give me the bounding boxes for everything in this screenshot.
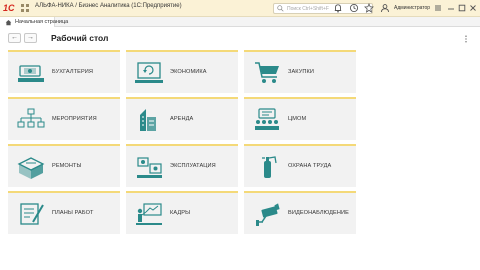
repair-icon: [17, 157, 45, 179]
tile-label: МЕРОПРИЯТИЯ: [52, 116, 97, 122]
user-icon[interactable]: [380, 3, 390, 13]
tile-repairs[interactable]: РЕМОНТЫ: [8, 144, 120, 187]
tile-label: ЭКСПЛУАТАЦИЯ: [170, 163, 216, 169]
tile-label: ПЛАНЫ РАБОТ: [52, 210, 94, 216]
home-icon: [5, 19, 12, 25]
operation-icon: [137, 157, 162, 178]
tile-label: АРЕНДА: [170, 116, 194, 122]
tile-economics[interactable]: ЭКОНОМИКА: [126, 50, 238, 93]
star-icon[interactable]: [364, 3, 374, 13]
title-bar: 1С АЛЬФА-НИКА / Бизнес Аналитика (1С:Пре…: [0, 0, 480, 17]
maximize-icon[interactable]: [457, 3, 467, 13]
search-placeholder: Поиск Ctrl+Shift+F: [287, 5, 329, 12]
tile-label: КАДРЫ: [170, 210, 191, 216]
search-icon: [277, 5, 284, 12]
tile-label: ЭКОНОМИКА: [170, 69, 207, 75]
app-menu-grid-icon[interactable]: [21, 4, 29, 12]
app-logo: 1С: [3, 3, 15, 13]
tile-labor-safety[interactable]: ОХРАНА ТРУДА: [244, 144, 356, 187]
tile-purchases[interactable]: ЗАКУПКИ: [244, 50, 356, 93]
tile-cmom[interactable]: ЦМОМ: [244, 97, 356, 140]
forward-button[interactable]: →: [24, 33, 37, 43]
tile-label: ЗАКУПКИ: [288, 69, 314, 75]
bell-icon[interactable]: [333, 3, 343, 13]
events-icon: [17, 108, 45, 128]
tile-video-surveillance[interactable]: ВИДЕОНАБЛЮДЕНИЕ: [244, 191, 356, 234]
tile-accounting[interactable]: БУХГАЛТЕРИЯ: [8, 50, 120, 93]
tile-operation[interactable]: ЭКСПЛУАТАЦИЯ: [126, 144, 238, 187]
menu-icon[interactable]: [433, 3, 443, 13]
economics-icon: [135, 62, 163, 83]
user-name[interactable]: Администратор: [394, 5, 430, 11]
tab-label: Начальная страница: [15, 19, 69, 25]
fire-extinguisher-icon: [262, 156, 277, 178]
page-title: Рабочий стол: [51, 33, 109, 43]
tile-label: ВИДЕОНАБЛЮДЕНИЕ: [288, 210, 349, 216]
workspace-tile-grid: БУХГАЛТЕРИЯ ЭКОНОМИКА ЗАКУПКИ МЕРОПРИЯТИ…: [8, 50, 472, 234]
meeting-icon: [255, 108, 279, 130]
back-button[interactable]: ←: [8, 33, 21, 43]
minimize-icon[interactable]: [446, 3, 456, 13]
shopping-cart-icon: [255, 62, 279, 83]
tab-home[interactable]: Начальная страница: [0, 17, 68, 27]
close-icon[interactable]: [468, 3, 478, 13]
tile-events[interactable]: МЕРОПРИЯТИЯ: [8, 97, 120, 140]
app-title: АЛЬФА-НИКА / Бизнес Аналитика (1С:Предпр…: [35, 3, 182, 9]
camera-icon: [256, 203, 280, 226]
building-icon: [140, 109, 156, 131]
history-icon[interactable]: [349, 3, 359, 13]
tile-rent[interactable]: АРЕНДА: [126, 97, 238, 140]
tile-label: РЕМОНТЫ: [52, 163, 82, 169]
tile-label: ОХРАНА ТРУДА: [288, 163, 332, 169]
tile-staff[interactable]: КАДРЫ: [126, 191, 238, 234]
tab-bar: Начальная страница: [0, 17, 480, 27]
work-plan-icon: [20, 203, 44, 225]
tile-label: ЦМОМ: [288, 116, 307, 122]
staff-icon: [136, 203, 162, 225]
tile-work-plans[interactable]: ПЛАНЫ РАБОТ: [8, 191, 120, 234]
more-options-icon[interactable]: [464, 35, 468, 43]
tile-label: БУХГАЛТЕРИЯ: [52, 69, 94, 75]
accounting-icon: [18, 65, 44, 82]
